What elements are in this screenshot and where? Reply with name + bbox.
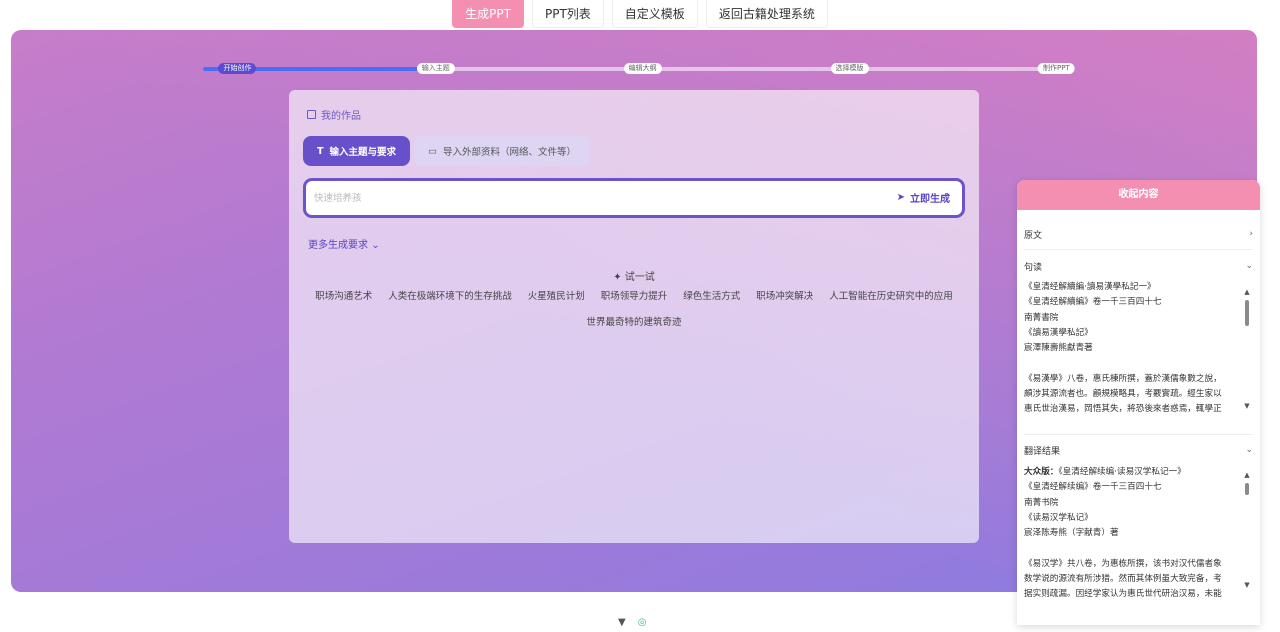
mode-tab-topic[interactable]: T 输入主题与要求 <box>303 136 410 166</box>
tab-return-ancient-books[interactable]: 返回古籍处理系统 <box>705 0 828 28</box>
progress-bar: 开始创作 输入主题 编辑大纲 选择模版 制作PPT <box>203 63 1075 74</box>
my-works-label: 我的作品 <box>321 111 361 122</box>
collapse-content-button[interactable]: 收起内容 <box>1017 180 1260 210</box>
suggestion-chip[interactable]: 人类在极端环境下的生存挑战 <box>388 290 512 304</box>
suggestion-chip[interactable]: 职场冲突解决 <box>756 290 813 304</box>
my-works-link[interactable]: 我的作品 <box>307 107 361 122</box>
try-label: 试一试 <box>624 272 655 283</box>
top-nav: 生成PPT PPT列表 自定义模板 返回古籍处理系统 <box>0 0 1280 28</box>
scroll-down-icon[interactable]: ▼ <box>1243 402 1251 410</box>
filter-icon[interactable]: ▼ <box>618 617 626 628</box>
send-icon: ➤ <box>896 192 905 203</box>
mode-tabs: T 输入主题与要求 ▭ 导入外部资料（网络、文件等） <box>303 136 590 166</box>
suggestion-list: 职场沟通艺术 人类在极端环境下的生存挑战 火星殖民计划 职场领导力提升 绿色生活… <box>309 290 959 330</box>
translation-version-label: 大众版： <box>1024 467 1059 477</box>
chevron-down-icon: ⌄ <box>371 240 380 251</box>
try-section-title: ✦ 试一试 <box>289 268 979 283</box>
scroll-thumb[interactable] <box>1245 300 1249 326</box>
progress-step-start: 开始创作 <box>218 63 257 74</box>
tab-ppt-list[interactable]: PPT列表 <box>531 0 604 28</box>
translation-body: 《皇清经解续编·读易汉学私记一》 《皇清经解续编》卷一千三百四十七 南菁书院 《… <box>1024 467 1222 600</box>
bottom-controls: ▼ ◎ <box>618 617 646 628</box>
text-icon: T <box>317 145 324 157</box>
folder-icon: ▭ <box>428 145 437 157</box>
scroll-down-icon[interactable]: ▼ <box>1243 581 1251 589</box>
suggestion-chip[interactable]: 世界最奇特的建筑奇迹 <box>586 316 681 330</box>
suggestion-chip[interactable]: 绿色生活方式 <box>683 290 740 304</box>
translation-scrollbar[interactable]: ▲ ▼ <box>1243 471 1251 601</box>
progress-step-make: 制作PPT <box>1038 63 1075 74</box>
progress-step-topic: 输入主题 <box>416 63 455 74</box>
section-original-header[interactable]: 原文 › <box>1024 226 1253 242</box>
chevron-down-icon: ⌄ <box>1245 261 1253 271</box>
topic-input[interactable] <box>314 189 874 207</box>
progress-step-outline: 编辑大纲 <box>623 63 662 74</box>
suggestion-chip[interactable]: 火星殖民计划 <box>528 290 585 304</box>
divider <box>1024 249 1253 250</box>
mode-tab-topic-label: 输入主题与要求 <box>329 147 396 158</box>
progress-step-template: 选择模版 <box>830 63 869 74</box>
document-icon <box>307 110 316 119</box>
suggestion-chip[interactable]: 职场沟通艺术 <box>315 290 372 304</box>
mode-tab-import-label: 导入外部资料（网络、文件等） <box>442 147 576 158</box>
more-requirements-label: 更多生成要求 <box>308 240 368 251</box>
section-translation-header[interactable]: 翻译结果 ⌄ <box>1024 442 1253 458</box>
scroll-up-icon[interactable]: ▲ <box>1243 471 1251 479</box>
tab-custom-template[interactable]: 自定义模板 <box>611 0 698 28</box>
more-requirements-toggle[interactable]: 更多生成要求 ⌄ <box>308 236 380 251</box>
suggestion-chip[interactable]: 人工智能在历史研究中的应用 <box>829 290 953 304</box>
section-translation-label: 翻译结果 <box>1024 446 1061 457</box>
sparkle-icon: ✦ <box>613 272 622 283</box>
scroll-thumb[interactable] <box>1245 483 1249 495</box>
punctuated-text: 《皇清经解續編·讀易漢學私記一》 《皇清经解續編》卷一千三百四十七 南菁書院 《… <box>1024 282 1222 415</box>
chevron-down-icon: ⌄ <box>1245 445 1253 455</box>
generate-now-button[interactable]: ➤ 立即生成 <box>897 190 950 205</box>
scroll-up-icon[interactable]: ▲ <box>1243 288 1251 296</box>
topic-input-box: ➤ 立即生成 <box>303 178 965 218</box>
section-punctuated-header[interactable]: 句读 ⌄ <box>1024 258 1253 274</box>
generate-now-label: 立即生成 <box>910 194 950 205</box>
content-drawer: 收起内容 原文 › 句读 ⌄ 《皇清经解續編·讀易漢學私記一》 《皇清经解續編》… <box>1017 180 1260 625</box>
chevron-right-icon: › <box>1249 229 1253 239</box>
suggestion-chip[interactable]: 职场领导力提升 <box>601 290 668 304</box>
divider <box>1024 434 1253 435</box>
mode-tab-import[interactable]: ▭ 导入外部资料（网络、文件等） <box>414 136 590 166</box>
target-icon[interactable]: ◎ <box>638 617 647 628</box>
section-original-label: 原文 <box>1024 230 1043 241</box>
punctuated-scrollbar[interactable]: ▲ ▼ <box>1243 288 1251 418</box>
create-panel: 我的作品 T 输入主题与要求 ▭ 导入外部资料（网络、文件等） ➤ 立即生成 更… <box>289 90 979 543</box>
section-punctuated-label: 句读 <box>1024 262 1043 273</box>
tab-generate-ppt[interactable]: 生成PPT <box>452 0 524 28</box>
translation-text: 大众版：《皇清经解续编·读易汉学私记一》 《皇清经解续编》卷一千三百四十七 南菁… <box>1024 465 1246 605</box>
